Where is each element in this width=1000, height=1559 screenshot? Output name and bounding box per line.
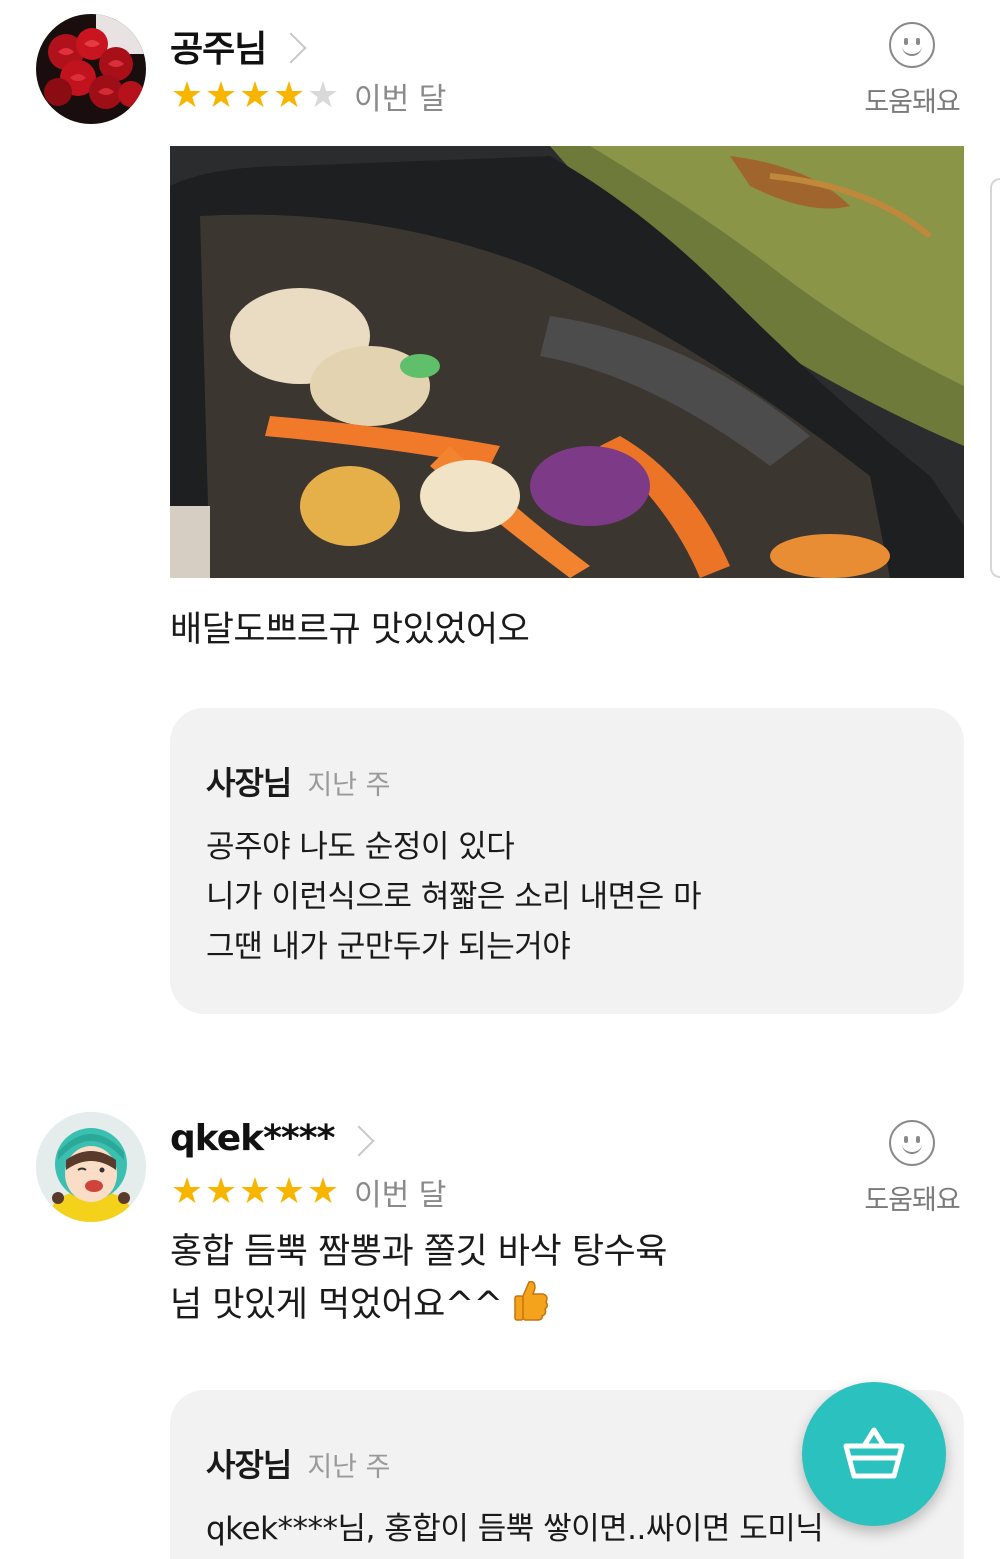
review-text-line: 홍합 듬뿍 짬뽕과 쫄깃 바삭 탕수육	[170, 1232, 667, 1272]
star-empty-icon: ★	[306, 75, 340, 116]
reply-author: 사장님	[206, 764, 292, 802]
cart-button[interactable]	[802, 1382, 946, 1526]
review-text-line-with-emoji: 넘 맛있게 먹었어요^^	[170, 1278, 667, 1331]
avatar[interactable]	[36, 1112, 146, 1222]
star-filled-icon: ★	[170, 1171, 204, 1212]
reply-line: 그땐 내가 군만두가 되는거야	[206, 929, 571, 965]
helpful-label: 도움돼요	[864, 87, 960, 118]
reply-date: 지난 주	[307, 770, 391, 801]
star-filled-icon: ★	[272, 1171, 306, 1212]
avatar[interactable]	[36, 14, 146, 124]
review-text-line: 배달도쁘르규 맛있었어오	[170, 610, 530, 650]
reply-body: qkek****님, 홍합이 듬뿍 쌓이면..싸이면 도미닉	[206, 1504, 824, 1554]
star-filled-icon: ★	[238, 1171, 272, 1212]
star-filled-icon: ★	[306, 1171, 340, 1212]
thumbs-up-icon	[514, 1280, 549, 1321]
username-row[interactable]: qkek****	[170, 1118, 375, 1159]
reply-header: 사장님 지난 주	[206, 1440, 390, 1486]
basket-icon	[843, 1427, 905, 1479]
review-date: 이번 달	[354, 82, 447, 117]
smile-icon	[889, 22, 935, 68]
review-text-line: 넘 맛있게 먹었어요^^	[170, 1285, 503, 1325]
star-filled-icon: ★	[272, 75, 306, 116]
star-filled-icon: ★	[238, 75, 272, 116]
reply-body: 공주야 나도 순정이 있다 니가 이런식으로 혀짧은 소리 내면은 마 그땐 내…	[206, 822, 702, 972]
star-filled-icon: ★	[204, 75, 238, 116]
username[interactable]: qkek****	[170, 1118, 335, 1159]
helpful-label: 도움돼요	[864, 1185, 960, 1216]
cartoon-girl-avatar-image	[36, 1112, 146, 1222]
reply-date: 지난 주	[307, 1452, 391, 1483]
chevron-right-icon[interactable]	[275, 32, 307, 64]
rating-row: ★ ★ ★ ★ ★ 이번 달	[170, 74, 446, 118]
star-filled-icon: ★	[204, 1171, 238, 1212]
chevron-right-icon[interactable]	[343, 1124, 375, 1157]
helpful-button[interactable]: 도움돼요	[860, 1120, 964, 1217]
owner-reply: 사장님 지난 주 공주야 나도 순정이 있다 니가 이런식으로 혀짧은 소리 내…	[170, 670, 964, 1014]
scroll-indicator[interactable]	[990, 178, 1000, 578]
helpful-button[interactable]: 도움돼요	[860, 22, 964, 119]
reply-line: 니가 이런식으로 혀짧은 소리 내면은 마	[206, 879, 702, 915]
username[interactable]: 공주님	[170, 20, 267, 72]
review-photo[interactable]	[170, 146, 964, 578]
smile-icon	[889, 1120, 935, 1166]
star-filled-icon: ★	[170, 75, 204, 116]
reply-line: 공주야 나도 순정이 있다	[206, 829, 515, 865]
review-text: 홍합 듬뿍 짬뽕과 쫄깃 바삭 탕수육 넘 맛있게 먹었어요^^	[170, 1226, 667, 1331]
roses-avatar-image	[36, 14, 146, 124]
username-row[interactable]: 공주님	[170, 20, 307, 72]
food-photo-image	[170, 146, 964, 578]
rating-row: ★ ★ ★ ★ ★ 이번 달	[170, 1170, 446, 1214]
review-text: 배달도쁘르규 맛있었어오	[170, 604, 530, 656]
reply-header: 사장님 지난 주	[206, 758, 390, 804]
reply-author: 사장님	[206, 1446, 292, 1484]
review-date: 이번 달	[354, 1178, 447, 1213]
reply-line: qkek****님, 홍합이 듬뿍 쌓이면..싸이면 도미닉	[206, 1511, 824, 1547]
